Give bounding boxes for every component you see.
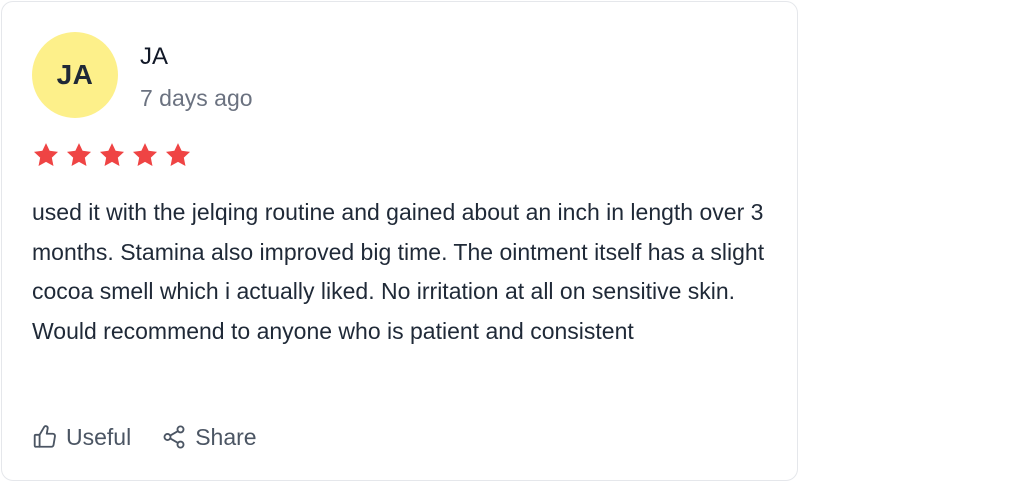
avatar-initials: JA <box>56 59 94 90</box>
star-rating <box>32 141 192 169</box>
share-button[interactable]: Share <box>161 422 257 452</box>
share-icon <box>163 425 185 449</box>
star-icon <box>99 143 125 166</box>
avatar: JA <box>32 32 118 118</box>
review-timestamp: 7 days ago <box>140 85 253 111</box>
review-card: JA JA 7 days ago used it with the jelqin… <box>1 1 798 481</box>
star-icon <box>33 143 59 166</box>
star-icon <box>165 143 191 166</box>
star-icon <box>132 143 158 166</box>
star-icon <box>66 143 92 166</box>
review-actions: Useful Share <box>32 422 257 452</box>
share-label: Share <box>195 424 257 450</box>
review-text: used it with the jelqing routine and gai… <box>32 199 765 344</box>
thumbs-up-icon <box>33 425 56 448</box>
author-name: JA <box>140 43 169 70</box>
useful-button[interactable]: Useful <box>32 422 131 452</box>
useful-label: Useful <box>66 424 132 450</box>
